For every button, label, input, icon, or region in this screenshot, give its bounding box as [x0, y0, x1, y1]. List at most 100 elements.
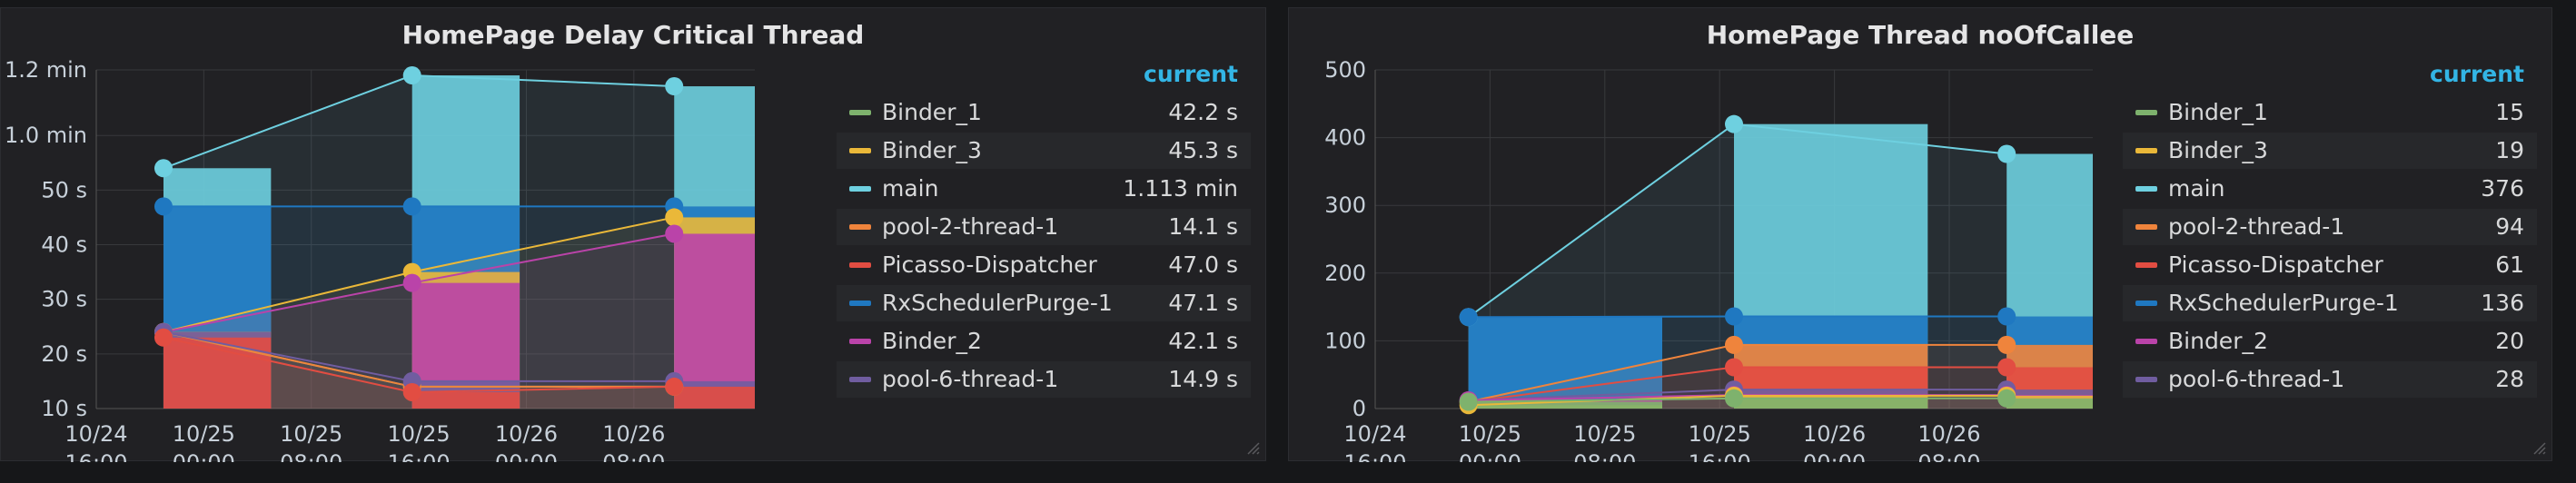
legend-swatch-icon[interactable]: [849, 224, 871, 230]
y-tick-label: 1.2 min: [5, 57, 87, 83]
x-tick-label: 16:00: [64, 450, 127, 462]
panel-homepage-callee: HomePage Thread noOfCallee 0 100 200 300 400…: [1288, 7, 2552, 462]
legend-series-name[interactable]: Binder_2: [2168, 323, 2268, 360]
legend-item-main[interactable]: main 1.113 min: [837, 171, 1251, 207]
legend-swatch-icon[interactable]: [849, 301, 871, 306]
x-tick-label: 10/26: [1917, 421, 1980, 447]
legend-series-name[interactable]: Binder_2: [882, 323, 982, 360]
resize-handle-icon[interactable]: [2531, 440, 2546, 455]
legend-swatch-icon[interactable]: [2135, 339, 2157, 344]
bar-Picasso-Dispatcher: [674, 386, 755, 409]
legend-item-Binder_3[interactable]: Binder_3 45.3 s: [837, 133, 1251, 169]
y-tick-label: 20 s: [41, 341, 87, 367]
legend-current-value: 42.1 s: [1168, 328, 1238, 354]
legend-series-name[interactable]: main: [882, 171, 938, 207]
legend-current-value: 14.1 s: [1168, 213, 1238, 240]
x-tick-label: 10/24: [1343, 421, 1406, 447]
legend-swatch-icon[interactable]: [2135, 148, 2157, 153]
legend-swatch-icon[interactable]: [2135, 262, 2157, 268]
legend-item-RxSchedulerPurge-1[interactable]: RxSchedulerPurge-1 47.1 s: [837, 285, 1251, 321]
legend-current-value: 14.9 s: [1168, 366, 1238, 392]
x-tick-label: 00:00: [495, 450, 558, 462]
legend-item-Binder_2[interactable]: Binder_2 20: [2123, 323, 2537, 360]
y-tick-label: 40 s: [41, 232, 87, 258]
legend-series-name[interactable]: Picasso-Dispatcher: [882, 247, 1097, 283]
legend-item-Binder_3[interactable]: Binder_3 19: [2123, 133, 2537, 169]
bar-Binder_1: [2006, 398, 2093, 409]
data-point-Binder_1: [1459, 392, 1478, 411]
data-point-RxSchedulerPurge-1: [402, 197, 421, 216]
bar-Binder_1: [1468, 401, 1662, 409]
legend: current Binder_1 42.2 s Binder_3 45.3 s main…: [837, 58, 1251, 421]
legend-swatch-icon[interactable]: [2135, 377, 2157, 382]
legend-item-pool-2-thread-1[interactable]: pool-2-thread-1 94: [2123, 209, 2537, 245]
y-tick-label: 300: [1324, 192, 1366, 218]
legend-swatch-icon[interactable]: [849, 339, 871, 344]
legend-header-current[interactable]: current: [2430, 58, 2524, 91]
legend-series-name[interactable]: Picasso-Dispatcher: [2168, 247, 2383, 283]
legend-current-value: 15: [2495, 99, 2524, 125]
data-point-Binder_1: [1725, 389, 1743, 408]
legend-item-Picasso-Dispatcher[interactable]: Picasso-Dispatcher 47.0 s: [837, 247, 1251, 283]
legend-swatch-icon[interactable]: [849, 186, 871, 192]
legend-item-pool-6-thread-1[interactable]: pool-6-thread-1 14.9 s: [837, 361, 1251, 398]
y-tick-label: 400: [1324, 125, 1366, 151]
legend-series-name[interactable]: Binder_1: [882, 94, 982, 131]
legend-series-name[interactable]: pool-6-thread-1: [882, 361, 1058, 398]
y-tick-label: 200: [1324, 261, 1366, 286]
data-point-main: [665, 77, 684, 96]
legend-swatch-icon[interactable]: [2135, 224, 2157, 230]
legend-current-value: 42.2 s: [1168, 99, 1238, 125]
legend-swatch-icon[interactable]: [2135, 110, 2157, 115]
bar-Binder_1: [1734, 398, 1928, 409]
y-tick-label: 50 s: [41, 177, 87, 202]
y-tick-label: 500: [1324, 57, 1366, 83]
legend-current-value: 136: [2481, 290, 2524, 316]
x-tick-label: 10/25: [1459, 421, 1521, 447]
data-point-Binder_2: [402, 273, 421, 292]
legend-series-name[interactable]: pool-6-thread-1: [2168, 361, 2344, 398]
legend-swatch-icon[interactable]: [2135, 186, 2157, 192]
data-point-Picasso-Dispatcher: [665, 377, 684, 396]
resize-handle-icon[interactable]: [1245, 440, 1260, 455]
legend-item-RxSchedulerPurge-1[interactable]: RxSchedulerPurge-1 136: [2123, 285, 2537, 321]
legend-series-name[interactable]: RxSchedulerPurge-1: [882, 285, 1113, 321]
legend-item-pool-6-thread-1[interactable]: pool-6-thread-1 28: [2123, 361, 2537, 398]
x-tick-label: 08:00: [1917, 450, 1980, 462]
legend-swatch-icon[interactable]: [849, 110, 871, 115]
legend-swatch-icon[interactable]: [849, 377, 871, 382]
x-tick-label: 10/26: [1803, 421, 1866, 447]
legend-current-value: 1.113 min: [1123, 175, 1238, 202]
legend-item-Binder_1[interactable]: Binder_1 42.2 s: [837, 94, 1251, 131]
legend-series-name[interactable]: Binder_3: [882, 133, 982, 169]
y-tick-label: 100: [1324, 328, 1366, 353]
legend-swatch-icon[interactable]: [849, 262, 871, 268]
data-point-main: [1725, 114, 1743, 133]
legend-series-name[interactable]: pool-2-thread-1: [2168, 209, 2344, 245]
x-tick-label: 10/24: [64, 421, 127, 447]
legend-current-value: 94: [2495, 213, 2524, 240]
chart-plot: 10 s 20 s 30 s 40 s 50 s 1.0 min 1.2 min 10/24 1…: [5, 57, 755, 462]
legend-series-name[interactable]: RxSchedulerPurge-1: [2168, 285, 2399, 321]
x-tick-label: 10/25: [280, 421, 342, 447]
legend-item-Binder_2[interactable]: Binder_2 42.1 s: [837, 323, 1251, 360]
legend-header-current[interactable]: current: [1144, 58, 1238, 91]
legend-swatch-icon[interactable]: [849, 148, 871, 153]
legend-current-value: 47.1 s: [1168, 290, 1238, 316]
legend-series-name[interactable]: main: [2168, 171, 2224, 207]
x-tick-label: 10/25: [388, 421, 451, 447]
legend-series-name[interactable]: Binder_1: [2168, 94, 2268, 131]
legend-current-value: 45.3 s: [1168, 137, 1238, 163]
data-point-main: [1997, 144, 2016, 163]
series-group: [163, 74, 755, 409]
legend-current-value: 19: [2495, 137, 2524, 163]
legend-item-Binder_1[interactable]: Binder_1 15: [2123, 94, 2537, 131]
legend-swatch-icon[interactable]: [2135, 301, 2157, 306]
legend-item-pool-2-thread-1[interactable]: pool-2-thread-1 14.1 s: [837, 209, 1251, 245]
data-point-Picasso-Dispatcher: [1725, 358, 1743, 377]
legend-item-Picasso-Dispatcher[interactable]: Picasso-Dispatcher 61: [2123, 247, 2537, 283]
legend-series-name[interactable]: pool-2-thread-1: [882, 209, 1058, 245]
legend-series-name[interactable]: Binder_3: [2168, 133, 2268, 169]
x-tick-label: 10/25: [173, 421, 235, 447]
legend-item-main[interactable]: main 376: [2123, 171, 2537, 207]
